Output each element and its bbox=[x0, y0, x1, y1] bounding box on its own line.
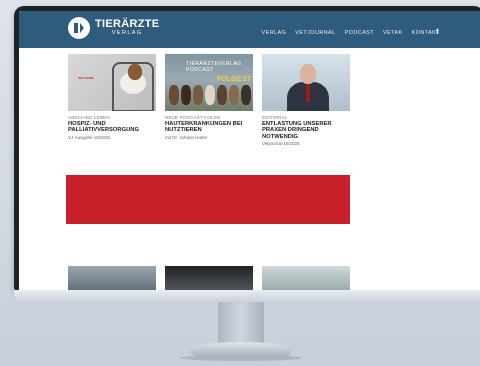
dog-head bbox=[128, 64, 142, 80]
nav-item-vetak[interactable]: VETAK bbox=[383, 30, 403, 36]
nav-item-vetjournal[interactable]: VETJOURNAL bbox=[295, 30, 335, 36]
facebook-icon[interactable]: f bbox=[436, 29, 438, 36]
cow-shape bbox=[181, 85, 191, 105]
monitor-stand-base bbox=[190, 342, 292, 356]
person-head bbox=[300, 64, 316, 84]
card-kicker: EDITORIAL bbox=[262, 115, 288, 120]
card-meta: VJ-Ausgabe 10/2025 bbox=[68, 134, 111, 140]
nav-item-verlag[interactable]: VERLAG bbox=[262, 30, 287, 36]
monitor-stand-neck bbox=[218, 302, 264, 346]
image-brand-text: vet cura bbox=[78, 75, 94, 80]
card-title[interactable]: HOSPIZ- UND PALLIATIVVERSORGUNG bbox=[68, 121, 156, 134]
cow-shape bbox=[169, 85, 179, 105]
logo-title: TIERÄRZTE bbox=[95, 18, 160, 31]
article-image-portrait bbox=[262, 54, 350, 111]
cow-shape bbox=[217, 85, 227, 105]
logo-subtitle: VERLAG bbox=[111, 30, 143, 37]
podcast-image-title: TIERÄRZTEVERLAG PODCAST bbox=[186, 61, 242, 73]
monitor-screen: TIERÄRZTE VERLAG VERLAG VETJOURNAL PODCA… bbox=[19, 11, 480, 290]
site-logo[interactable]: TIERÄRZTE VERLAG bbox=[68, 17, 159, 39]
article-image-bottom-2[interactable] bbox=[165, 266, 253, 290]
site-header: TIERÄRZTE VERLAG VERLAG VETJOURNAL PODCA… bbox=[19, 11, 480, 48]
card-kicker: NEUE PODCAST FOLGE bbox=[165, 115, 221, 120]
article-image-bottom-3[interactable] bbox=[262, 266, 350, 290]
card-title[interactable]: ENTLASTUNG UNSERER PRAXEN DRINGEND NOTWE… bbox=[262, 121, 350, 140]
red-banner[interactable] bbox=[66, 175, 350, 224]
article-card-podcast[interactable]: TIERÄRZTEVERLAG PODCAST FOLGE 27 NEUE PO… bbox=[165, 54, 253, 140]
cow-shape bbox=[193, 85, 203, 105]
article-image-dog: vet cura bbox=[68, 54, 156, 111]
article-image-bottom-1[interactable] bbox=[68, 266, 156, 290]
card-meta: Vetjournal 10/2025 bbox=[262, 141, 300, 147]
cow-shape bbox=[229, 85, 239, 105]
podcast-episode-label: FOLGE 27 bbox=[217, 76, 251, 83]
article-card-editorial[interactable]: EDITORIAL ENTLASTUNG UNSERER PRAXEN DRIN… bbox=[262, 54, 350, 146]
card-kicker: ABSCHIED LEBEN bbox=[68, 115, 110, 120]
main-nav: VERLAG VETJOURNAL PODCAST VETAK KONTAKT bbox=[262, 30, 441, 36]
logo-icon bbox=[68, 17, 90, 39]
article-image-cows: TIERÄRZTEVERLAG PODCAST FOLGE 27 bbox=[165, 54, 253, 111]
cow-shape bbox=[205, 85, 215, 105]
article-card-hospiz[interactable]: vet cura ABSCHIED LEBEN HOSPIZ- UND PALL… bbox=[68, 54, 156, 140]
nav-item-podcast[interactable]: PODCAST bbox=[345, 30, 374, 36]
card-meta: mit Dr. Johann Huber bbox=[165, 134, 208, 140]
monitor-chin bbox=[14, 290, 480, 302]
card-title[interactable]: HAUTERKRANKUNGEN BEI NUTZTIEREN bbox=[165, 121, 253, 134]
person-tie bbox=[306, 84, 310, 102]
cow-shape bbox=[241, 85, 251, 105]
